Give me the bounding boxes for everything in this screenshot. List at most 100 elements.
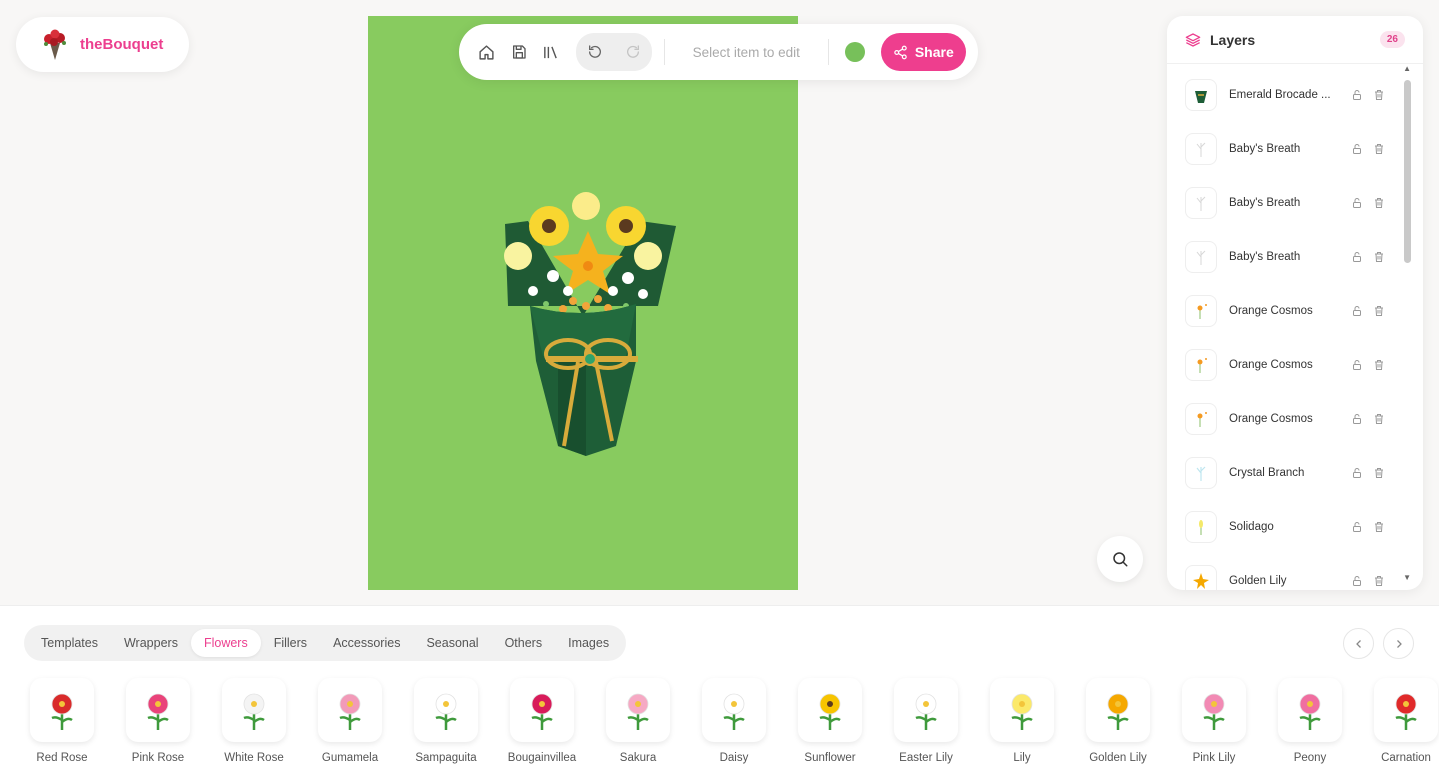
flower-item[interactable]: Sakura [606,678,670,764]
trash-icon[interactable] [1373,467,1385,479]
trash-icon[interactable] [1373,359,1385,371]
tab-fillers[interactable]: Fillers [261,629,320,657]
design-canvas[interactable] [368,16,798,590]
previous-button[interactable] [1343,628,1374,659]
tab-accessories[interactable]: Accessories [320,629,413,657]
layer-name: Orange Cosmos [1229,359,1313,371]
share-icon [894,45,907,59]
tab-seasonal[interactable]: Seasonal [413,629,491,657]
flower-thumbnail [414,678,478,742]
layer-row[interactable]: Orange Cosmos [1167,284,1407,338]
layer-name: Emerald Brocade ... [1229,89,1331,101]
flower-label: Carnation [1381,752,1431,764]
flower-thumbnail [510,678,574,742]
tab-images[interactable]: Images [555,629,622,657]
trash-icon[interactable] [1373,305,1385,317]
layer-row[interactable]: Solidago [1167,500,1407,554]
flower-item[interactable]: Peony [1278,678,1342,764]
layer-row[interactable]: Orange Cosmos [1167,392,1407,446]
flower-item[interactable]: White Rose [222,678,286,764]
flower-item[interactable]: Carnation [1374,678,1438,764]
flower-item[interactable]: Pink Rose [126,678,190,764]
layer-row[interactable]: Crystal Branch [1167,446,1407,500]
layer-name: Baby's Breath [1229,197,1301,209]
layers-count-badge: 26 [1379,31,1405,48]
flower-item[interactable]: Pink Lily [1182,678,1246,764]
layer-row[interactable]: Baby's Breath [1167,230,1407,284]
flower-item[interactable]: Bougainvillea [508,678,576,764]
trash-icon[interactable] [1373,143,1385,155]
flower-thumbnail [30,678,94,742]
flower-item[interactable]: Lily [990,678,1054,764]
trash-icon[interactable] [1373,89,1385,101]
top-toolbar: Select item to edit Share [459,24,978,80]
trash-icon[interactable] [1373,197,1385,209]
flower-item[interactable]: Daisy [702,678,766,764]
flower-thumbnail [990,678,1054,742]
flower-icon [1011,693,1033,730]
lock-icon[interactable] [1351,359,1363,371]
layer-row[interactable]: Emerald Brocade ... [1167,68,1407,122]
flower-item[interactable]: Easter Lily [894,678,958,764]
layer-name: Solidago [1229,521,1274,533]
flower-thumbnail [1182,678,1246,742]
library-button[interactable] [535,36,567,68]
save-button[interactable] [503,36,535,68]
lock-icon[interactable] [1351,143,1363,155]
tab-flowers[interactable]: Flowers [190,629,261,657]
lock-icon[interactable] [1351,89,1363,101]
layer-row[interactable]: Baby's Breath [1167,122,1407,176]
layer-row[interactable]: Baby's Breath [1167,176,1407,230]
next-button[interactable] [1383,628,1414,659]
lock-icon[interactable] [1351,521,1363,533]
layers-header: Layers 26 [1167,16,1423,64]
lock-icon[interactable] [1351,467,1363,479]
library-icon [544,46,557,58]
layer-name: Baby's Breath [1229,143,1301,155]
flower-item[interactable]: Gumamela [318,678,382,764]
flower-label: Sunflower [804,752,856,764]
home-button[interactable] [471,36,503,68]
flower-item[interactable]: Red Rose [30,678,94,764]
flower-item[interactable]: Sunflower [798,678,862,764]
scroll-down-arrow[interactable]: ▼ [1403,573,1411,582]
undo-button[interactable] [579,36,611,68]
redo-button[interactable] [617,36,649,68]
tab-others[interactable]: Others [492,629,556,657]
share-button[interactable]: Share [880,33,966,71]
bouquet-artwork[interactable] [368,16,798,590]
layers-scrollbar-thumb[interactable] [1404,80,1411,263]
flower-icon [435,693,457,730]
flower-item[interactable]: Sampaguita [414,678,478,764]
layer-row[interactable]: Golden Lily [1167,554,1407,590]
trash-icon[interactable] [1373,251,1385,263]
lock-icon[interactable] [1351,305,1363,317]
app-name: theBouquet [80,36,164,53]
layers-icon [1185,32,1201,47]
layer-actions [1351,467,1385,479]
zoom-button[interactable] [1097,536,1143,582]
flower-icon [627,693,649,730]
trash-icon[interactable] [1373,575,1385,587]
tab-templates[interactable]: Templates [28,629,111,657]
flower-item[interactable]: Golden Lily [1086,678,1150,764]
layers-panel: Layers 26 Emerald Brocade ... Baby's Brea… [1167,16,1423,590]
layer-name: Orange Cosmos [1229,413,1313,425]
lock-icon[interactable] [1351,197,1363,209]
flower-icon [1395,693,1417,730]
layer-thumbnail [1185,187,1217,219]
layer-actions [1351,197,1385,209]
color-picker[interactable] [844,42,865,62]
layer-name: Crystal Branch [1229,467,1305,479]
flower-label: Sampaguita [415,752,477,764]
tab-wrappers[interactable]: Wrappers [111,629,191,657]
scroll-up-arrow[interactable]: ▲ [1403,64,1411,73]
trash-icon[interactable] [1373,521,1385,533]
lock-icon[interactable] [1351,413,1363,425]
layer-row[interactable]: Orange Cosmos [1167,338,1407,392]
layer-name: Orange Cosmos [1229,305,1313,317]
app-logo[interactable]: theBouquet [16,17,189,72]
lock-icon[interactable] [1351,251,1363,263]
lock-icon[interactable] [1351,575,1363,587]
trash-icon[interactable] [1373,413,1385,425]
